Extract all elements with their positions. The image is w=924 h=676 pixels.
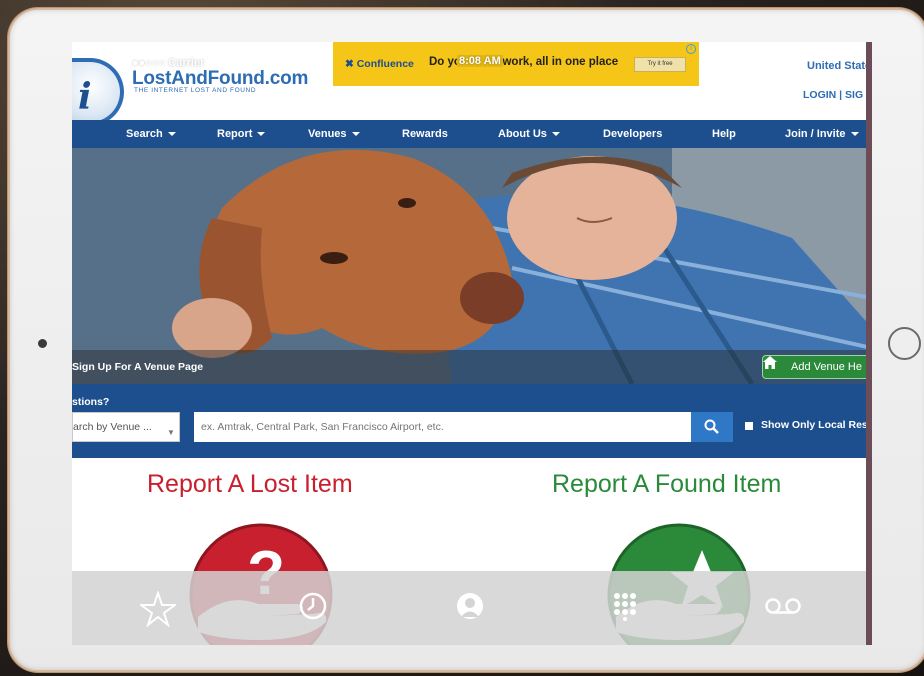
caret-down-icon <box>850 132 859 137</box>
add-venue-button[interactable]: Add Venue He <box>762 355 872 379</box>
contacts-icon[interactable] <box>455 591 485 621</box>
search-select-value: arch by Venue ... <box>73 421 152 433</box>
nav-item-venues[interactable]: Venues <box>308 120 360 148</box>
caret-down-icon <box>551 132 560 137</box>
nav-item-rewards[interactable]: Rewards <box>402 120 448 148</box>
nav-item-developers[interactable]: Developers <box>603 120 662 148</box>
caret-down-icon <box>167 132 176 137</box>
nav-item-help[interactable]: Help <box>712 120 736 148</box>
nav-item-label: Developers <box>603 128 663 140</box>
home-icon <box>763 356 777 369</box>
status-bar: ●●○○○ Carrier 10% <box>72 42 872 84</box>
report-lost-title[interactable]: Report A Lost Item <box>147 470 353 499</box>
nav-item-label: Rewards <box>402 128 448 140</box>
hero-banner: Sign Up For A Venue Page Add Venue He <box>72 148 872 384</box>
nav-item-report[interactable]: Report <box>217 120 266 148</box>
carrier-label: ●●○○○ Carrier <box>132 57 205 69</box>
hero-photo <box>72 148 872 384</box>
nav-item-label: Report <box>217 128 253 140</box>
wifi-icon <box>216 57 226 65</box>
caret-down-icon <box>351 132 360 137</box>
nav-item-search[interactable]: Search <box>126 120 176 148</box>
nav-item-label: Join / Invite <box>785 128 846 140</box>
battery-icon <box>754 56 779 66</box>
caret-down-icon <box>257 132 266 137</box>
search-type-select[interactable]: arch by Venue ... ▼ <box>72 412 180 442</box>
chevron-down-icon: ▼ <box>167 428 175 437</box>
star-icon[interactable] <box>140 591 176 627</box>
local-results-label[interactable]: Show Only Local Res <box>761 419 868 431</box>
logo-tagline: THE INTERNET LOST AND FOUND <box>134 87 257 94</box>
camera-icon <box>38 339 47 348</box>
nav-item-label: Venues <box>308 128 347 140</box>
voicemail-icon[interactable] <box>764 591 802 621</box>
report-found-title[interactable]: Report A Found Item <box>552 470 781 499</box>
hero-caption[interactable]: Sign Up For A Venue Page <box>72 361 203 373</box>
battery-fill <box>756 58 758 63</box>
local-results-checkbox[interactable] <box>745 422 753 430</box>
screen-edge <box>866 42 872 645</box>
nav-item-label: Help <box>712 128 736 140</box>
nav-item-join-invite[interactable]: Join / Invite <box>785 120 859 148</box>
nav-item-label: About Us <box>498 128 547 140</box>
main-nav: Search Report Venues Rewards About Us Develop… <box>72 120 872 148</box>
add-venue-label: Add Venue He <box>791 361 862 373</box>
nav-item-label: Search <box>126 128 163 140</box>
login-signup-link[interactable]: LOGIN | SIG <box>803 89 863 101</box>
home-button[interactable] <box>888 327 921 360</box>
battery-label: 10% <box>726 57 749 69</box>
clock-icon[interactable] <box>298 591 328 621</box>
dock-bar <box>72 571 872 645</box>
screen: i LostAndFound.com THE INTERNET LOST AND… <box>72 42 872 645</box>
venue-search-input[interactable] <box>194 412 691 442</box>
questions-label: stions? <box>72 396 110 408</box>
nav-item-about-us[interactable]: About Us <box>498 120 560 148</box>
keypad-icon[interactable] <box>612 591 642 621</box>
search-icon <box>704 419 719 434</box>
search-button[interactable] <box>691 412 733 442</box>
search-band: stions? arch by Venue ... ▼ Show Only Lo… <box>72 384 872 458</box>
